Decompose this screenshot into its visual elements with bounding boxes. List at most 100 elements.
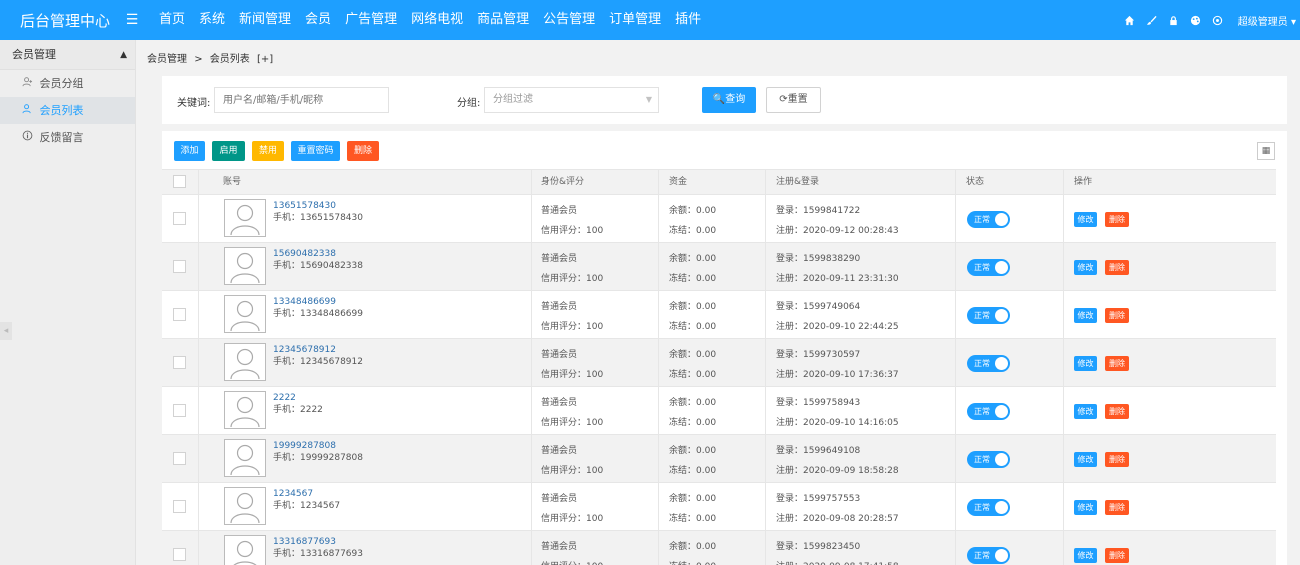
user-list-icon <box>22 104 36 114</box>
sidebar-item-feedback[interactable]: 反馈留言 <box>0 124 135 151</box>
sidebar-item-member-list[interactable]: 会员列表 <box>0 97 135 124</box>
edit-button[interactable]: 修改 <box>1074 308 1097 323</box>
login-time: 登录：1599730597 <box>776 350 861 360</box>
select-all-checkbox[interactable] <box>173 175 186 188</box>
delete-button[interactable]: 删除 <box>1105 548 1129 563</box>
table-row: 12345678912 手机：12345678912 普通会员 信用评分：100… <box>162 339 1276 387</box>
account-name-link[interactable]: 15690482338 <box>273 248 363 260</box>
member-level: 普通会员 <box>541 254 578 264</box>
register-time: 注册：2020-09-10 17:36:37 <box>776 370 899 380</box>
row-checkbox[interactable] <box>173 548 186 561</box>
delete-button[interactable]: 删除 <box>1105 500 1129 515</box>
frozen-amount: 冻结：0.00 <box>669 322 717 332</box>
identity-cell: 普通会员 信用评分：100 <box>541 541 603 565</box>
avatar <box>224 199 266 237</box>
row-checkbox[interactable] <box>173 212 186 225</box>
status-toggle[interactable]: 正常 <box>967 499 1010 516</box>
account-phone: 手机：2222 <box>273 405 323 415</box>
breadcrumb: 会员管理 > 会员列表 [+] <box>147 50 277 65</box>
register-login-cell: 登录：1599823450 注册：2020-09-08 17:41:58 <box>776 541 899 565</box>
member-level: 普通会员 <box>541 542 578 552</box>
add-button[interactable]: 添加 <box>174 141 205 161</box>
edit-button[interactable]: 修改 <box>1074 356 1097 371</box>
status-toggle[interactable]: 正常 <box>967 547 1010 564</box>
edit-button[interactable]: 修改 <box>1074 548 1097 563</box>
delete-button[interactable]: 删除 <box>1105 260 1129 275</box>
row-checkbox[interactable] <box>173 260 186 273</box>
delete-button[interactable]: 删除 <box>1105 308 1129 323</box>
account-name-link[interactable]: 2222 <box>273 392 323 404</box>
keyword-input[interactable] <box>214 87 389 113</box>
account-name-link[interactable]: 1234567 <box>273 488 340 500</box>
account-phone: 手机：12345678912 <box>273 357 363 367</box>
sidebar-item-member-group[interactable]: 会员分组 <box>0 70 135 97</box>
breadcrumb-add-tab[interactable]: [+] <box>257 54 273 65</box>
status-toggle[interactable]: 正常 <box>967 211 1010 228</box>
account-phone: 手机：13348486699 <box>273 309 363 319</box>
row-checkbox[interactable] <box>173 452 186 465</box>
nav-item-member[interactable]: 会员 <box>298 0 338 40</box>
breadcrumb-member-manage[interactable]: 会员管理 <box>147 54 187 65</box>
search-button[interactable]: 🔍查询 <box>702 87 756 113</box>
status-toggle[interactable]: 正常 <box>967 355 1010 372</box>
current-user-menu[interactable]: 超级管理员 ▾ <box>1238 13 1296 28</box>
home-icon[interactable] <box>1124 15 1146 26</box>
account-name-link[interactable]: 13651578430 <box>273 200 363 212</box>
nav-item-plugins[interactable]: 插件 <box>668 0 708 40</box>
edit-button[interactable]: 修改 <box>1074 404 1097 419</box>
disable-button[interactable]: 禁用 <box>252 141 284 161</box>
account-name-link[interactable]: 12345678912 <box>273 344 363 356</box>
status-toggle[interactable]: 正常 <box>967 307 1010 324</box>
nav-item-news[interactable]: 新闻管理 <box>232 0 298 40</box>
status-toggle[interactable]: 正常 <box>967 403 1010 420</box>
lock-icon[interactable] <box>1168 15 1190 26</box>
row-checkbox[interactable] <box>173 356 186 369</box>
breadcrumb-member-list: 会员列表 <box>209 54 250 65</box>
row-checkbox[interactable] <box>173 500 186 513</box>
reset-password-button[interactable]: 重置密码 <box>291 141 340 161</box>
identity-cell: 普通会员 信用评分：100 <box>541 253 603 285</box>
delete-button[interactable]: 删除 <box>1105 212 1129 227</box>
palette-icon[interactable] <box>1190 15 1212 26</box>
delete-button[interactable]: 删除 <box>1105 356 1129 371</box>
row-checkbox[interactable] <box>173 404 186 417</box>
group-select[interactable]: 分组过滤 ▼ <box>484 87 659 113</box>
edit-button[interactable]: 修改 <box>1074 500 1097 515</box>
enable-button[interactable]: 启用 <box>212 141 245 161</box>
sidebar-collapse-handle[interactable]: ◂ <box>0 322 12 340</box>
toggle-knob <box>995 501 1008 514</box>
nav-item-orders[interactable]: 订单管理 <box>602 0 668 40</box>
register-time: 注册：2020-09-10 22:44:25 <box>776 322 899 332</box>
account-name-link[interactable]: 13316877693 <box>273 536 363 548</box>
status-toggle[interactable]: 正常 <box>967 259 1010 276</box>
edit-button[interactable]: 修改 <box>1074 452 1097 467</box>
row-checkbox[interactable] <box>173 308 186 321</box>
reset-button[interactable]: ⟳重置 <box>766 87 821 113</box>
funds-cell: 余额：0.00 冻结：0.00 <box>669 349 716 381</box>
toggle-knob <box>995 261 1008 274</box>
delete-button[interactable]: 删除 <box>1105 452 1129 467</box>
edit-button[interactable]: 修改 <box>1074 212 1097 227</box>
credit-score: 信用评分：100 <box>541 226 604 236</box>
brush-icon[interactable] <box>1146 15 1168 26</box>
status-toggle[interactable]: 正常 <box>967 451 1010 468</box>
globe-icon[interactable] <box>1212 15 1234 26</box>
table-row: 1234567 手机：1234567 普通会员 信用评分：100 余额：0.00… <box>162 483 1276 531</box>
sidebar-section-member[interactable]: 会员管理 ▲ <box>0 40 135 70</box>
member-level: 普通会员 <box>541 446 578 456</box>
edit-button[interactable]: 修改 <box>1074 260 1097 275</box>
info-icon <box>22 130 36 141</box>
nav-item-goods[interactable]: 商品管理 <box>470 0 536 40</box>
table-row: 13348486699 手机：13348486699 普通会员 信用评分：100… <box>162 291 1276 339</box>
nav-item-system[interactable]: 系统 <box>192 0 232 40</box>
account-name-link[interactable]: 13348486699 <box>273 296 363 308</box>
batch-delete-button[interactable]: 删除 <box>347 141 379 161</box>
menu-toggle-icon[interactable]: ☰ <box>112 12 152 28</box>
nav-item-ads[interactable]: 广告管理 <box>338 0 404 40</box>
delete-button[interactable]: 删除 <box>1105 404 1129 419</box>
nav-item-notice[interactable]: 公告管理 <box>536 0 602 40</box>
account-name-link[interactable]: 19999287808 <box>273 440 363 452</box>
nav-item-home[interactable]: 首页 <box>152 0 192 40</box>
nav-item-tv[interactable]: 网络电视 <box>404 0 470 40</box>
column-filter-icon[interactable]: ▦ <box>1257 142 1275 160</box>
